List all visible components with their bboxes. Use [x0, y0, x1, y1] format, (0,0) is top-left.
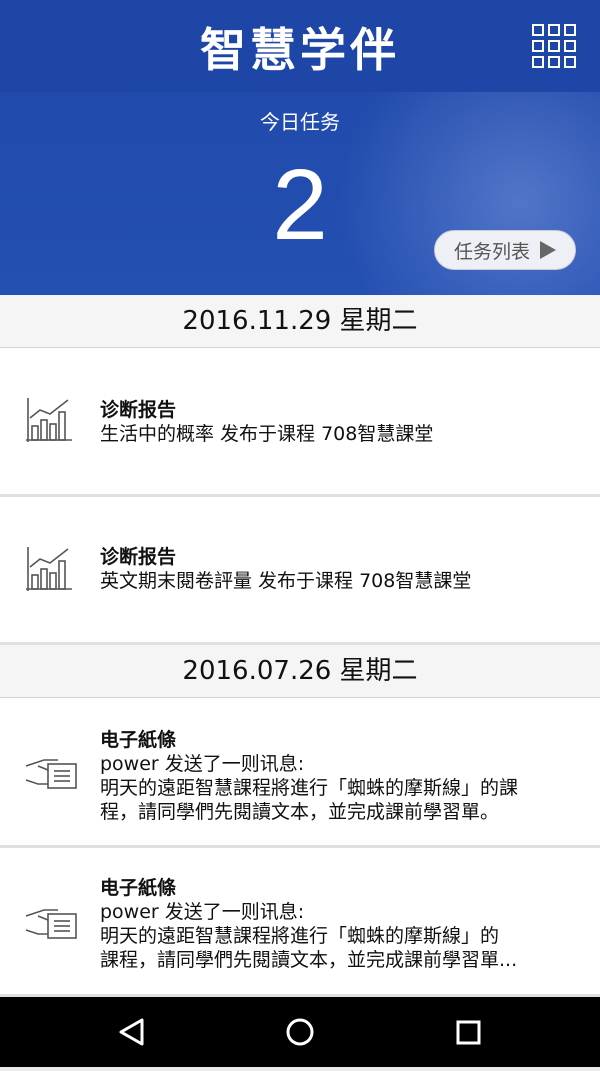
back-triangle-icon	[119, 1018, 144, 1046]
task-list-label: 任务列表	[453, 240, 530, 263]
item-title: 电子紙條	[100, 729, 177, 751]
recents-button[interactable]	[428, 997, 508, 1067]
item-line: 程，請同學們先閱讀文本，並完成課前學習單。	[100, 801, 500, 823]
list-item[interactable]: 诊断报告 英文期末閱卷評量 发布于课程 708智慧課堂	[0, 497, 600, 645]
recents-square-icon	[456, 1020, 481, 1045]
home-circle-icon	[286, 1018, 314, 1046]
hand-note-icon	[25, 909, 77, 939]
chart-icon	[26, 547, 72, 591]
app-title: 智慧学伴	[200, 23, 400, 77]
play-icon	[540, 241, 556, 259]
item-line: power 发送了一则讯息:	[100, 901, 305, 923]
list-item[interactable]: 诊断报告 生活中的概率 发布于课程 708智慧課堂	[0, 348, 600, 497]
item-line: 明天的遠距智慧課程將進行「蜘蛛的摩斯線」的	[100, 925, 500, 947]
item-title: 电子紙條	[100, 877, 177, 899]
home-button[interactable]	[260, 997, 340, 1067]
today-task-label: 今日任务	[260, 110, 340, 134]
item-title: 诊断报告	[100, 399, 177, 421]
date-header: 2016.07.26 星期二	[0, 645, 600, 698]
list-item[interactable]: 电子紙條 power 发送了一则讯息: 明天的遠距智慧課程將進行「蜘蛛的摩斯線」…	[0, 698, 600, 848]
item-title: 诊断报告	[100, 546, 177, 568]
date-header: 2016.11.29 星期二	[0, 295, 600, 348]
system-nav-bar	[0, 997, 600, 1067]
item-line: 英文期末閱卷評量 发布于课程 708智慧課堂	[100, 570, 472, 592]
item-line: 明天的遠距智慧課程將進行「蜘蛛的摩斯線」的課	[100, 777, 519, 799]
item-line: power 发送了一则讯息:	[100, 753, 305, 775]
grid-menu-icon[interactable]	[532, 24, 576, 68]
item-line: 生活中的概率 发布于课程 708智慧課堂	[100, 423, 434, 445]
header-banner: 智慧学伴 今日任务 2 任务列表	[0, 0, 600, 295]
chart-icon	[26, 398, 72, 442]
list-item[interactable]: 电子紙條 power 发送了一则讯息: 明天的遠距智慧課程將進行「蜘蛛的摩斯線」…	[0, 848, 600, 997]
task-list-button[interactable]: 任务列表	[434, 230, 576, 270]
item-line: 課程，請同學們先閱讀文本，並完成課前學習單...	[100, 949, 518, 971]
hand-note-icon	[25, 759, 77, 789]
back-button[interactable]	[90, 997, 170, 1067]
